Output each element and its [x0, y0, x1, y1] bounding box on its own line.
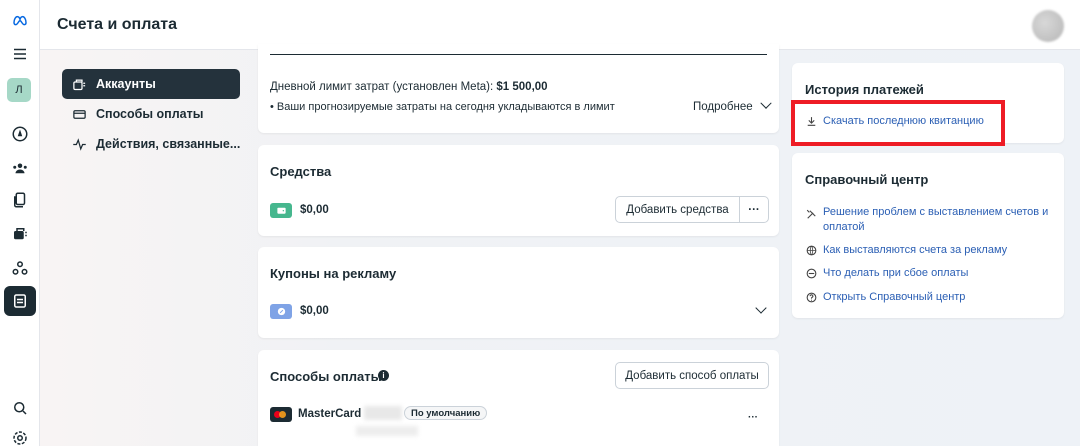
details-label: Подробнее [693, 101, 753, 113]
card-number-blurred [364, 406, 402, 420]
funds-amount: $0,00 [300, 204, 329, 216]
card-name: MasterCard [298, 408, 362, 420]
subnav-label: Способы оплаты [96, 107, 204, 121]
subnav-label: Действия, связанные... [96, 137, 240, 151]
card-more-button[interactable]: ··· [748, 412, 758, 423]
funds-title: Средства [270, 164, 332, 179]
daily-limit-value: $1 500,00 [496, 81, 548, 93]
meta-logo-icon[interactable] [4, 6, 36, 34]
spending-limit-card: Дневной лимит затрат (установлен Meta): … [258, 44, 779, 133]
billing-icon[interactable] [4, 286, 36, 316]
audience-icon[interactable] [4, 254, 36, 282]
search-icon[interactable] [4, 394, 36, 422]
coupon-icon [270, 304, 292, 319]
users-icon[interactable] [4, 154, 36, 182]
top-header: Счета и оплата [40, 0, 1080, 50]
left-rail: Л [0, 0, 40, 446]
subnav-item-payment-methods[interactable]: Способы оплаты [62, 99, 240, 129]
globe-icon [806, 245, 817, 256]
daily-limit-label: Дневной лимит затрат (установлен Meta): [270, 81, 497, 93]
coupons-chevron-down-icon[interactable] [755, 302, 767, 314]
card-expiry-blurred [356, 426, 418, 436]
funds-more-button[interactable]: ··· [739, 196, 769, 223]
activity-icon [73, 137, 86, 151]
compass-icon[interactable] [4, 120, 36, 148]
question-circle-icon [806, 292, 817, 303]
highlight-box [791, 100, 1005, 146]
divider [270, 54, 767, 55]
subnav-item-activity[interactable]: Действия, связанные... [62, 129, 240, 159]
funds-card: Средства $0,00 Добавить средства ··· [258, 145, 779, 236]
subnav-item-accounts[interactable]: Аккаунты [62, 69, 240, 99]
minus-circle-icon [806, 268, 817, 279]
payment-history-title: История платежей [805, 82, 924, 97]
settings-gear-icon[interactable] [4, 424, 36, 446]
default-badge: По умолчанию [404, 406, 488, 420]
wallet-icon [270, 203, 292, 218]
coupons-amount: $0,00 [300, 305, 329, 317]
menu-icon[interactable] [4, 40, 36, 68]
add-funds-button[interactable]: Добавить средства [615, 196, 740, 223]
account-avatar[interactable]: Л [7, 78, 31, 102]
documents-icon[interactable] [4, 186, 36, 214]
coupons-title: Купоны на рекламу [270, 266, 397, 281]
help-link-billing-issues-cont[interactable]: оплатой [823, 220, 865, 235]
details-toggle[interactable]: Подробнее [693, 97, 772, 113]
accounts-icon [73, 79, 86, 90]
page-title: Счета и оплата [57, 16, 178, 33]
help-link-billing-issues[interactable]: Решение проблем с выставлением счетов и [823, 205, 1048, 220]
help-center-card: Справочный центр Решение проблем с выста… [792, 153, 1064, 318]
mastercard-icon [270, 407, 292, 422]
tools-icon [806, 209, 816, 219]
payment-methods-card: Способы оплаты i Добавить способ оплаты … [258, 350, 779, 446]
forecast-text: • Ваши прогнозируемые затраты на сегодня… [270, 101, 615, 113]
payment-methods-title: Способы оплаты [270, 369, 382, 384]
daily-limit-text: Дневной лимит затрат (установлен Meta): … [270, 81, 548, 93]
help-link-how-billed[interactable]: Как выставляются счета за рекламу [823, 243, 1007, 258]
info-icon[interactable]: i [378, 370, 389, 381]
profile-avatar[interactable] [1032, 10, 1064, 42]
help-link-open-help-center[interactable]: Открыть Справочный центр [823, 290, 965, 305]
subnav-label: Аккаунты [96, 77, 156, 91]
chevron-down-icon [760, 97, 772, 109]
help-link-payment-failure[interactable]: Что делать при сбое оплаты [823, 266, 968, 281]
ads-manager-icon[interactable] [4, 220, 36, 248]
help-center-title: Справочный центр [805, 172, 929, 187]
add-payment-method-button[interactable]: Добавить способ оплаты [615, 362, 769, 389]
coupons-card: Купоны на рекламу $0,00 [258, 247, 779, 338]
credit-card-icon [73, 109, 86, 119]
